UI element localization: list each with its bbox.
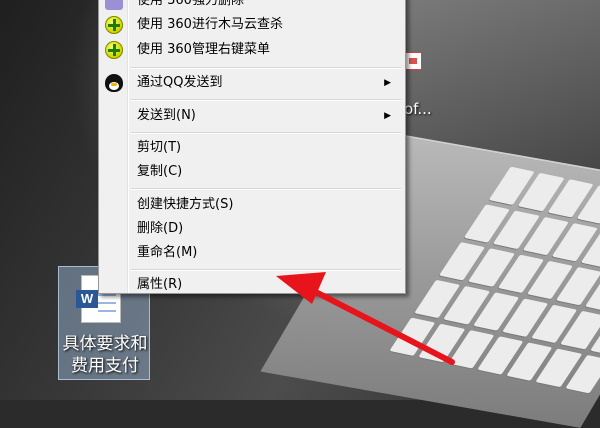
annotation-arrow [276, 272, 455, 365]
